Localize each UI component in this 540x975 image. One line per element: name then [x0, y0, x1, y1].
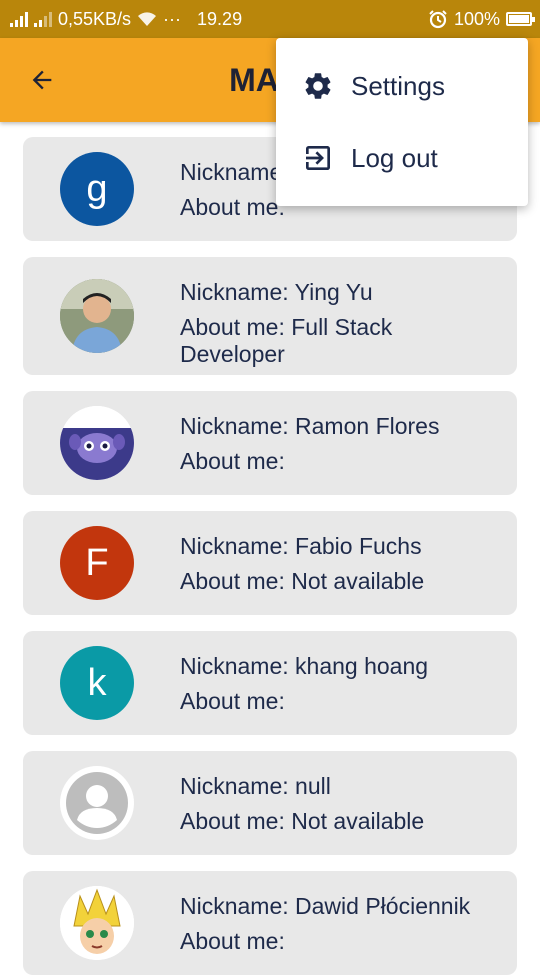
notification-dots: ···	[163, 8, 182, 29]
menu-item-logout[interactable]: Log out	[276, 128, 528, 188]
avatar: g	[60, 152, 134, 226]
menu-item-settings[interactable]: Settings	[276, 56, 528, 116]
default-person-icon	[66, 772, 128, 834]
avatar	[60, 406, 134, 480]
anime-avatar-icon	[60, 886, 134, 960]
user-card[interactable]: Nickname: Ramon Flores About me:	[23, 391, 517, 495]
user-card[interactable]: Nickname: Ying Yu About me: Full Stack D…	[23, 257, 517, 375]
avatar: F	[60, 526, 134, 600]
avatar	[60, 279, 134, 353]
user-nickname: Nickname: khang hoang	[180, 653, 429, 679]
gear-icon	[302, 70, 334, 102]
status-bar: 0,55KB/s ··· 19.29 100%	[0, 0, 540, 38]
user-about: About me:	[180, 688, 285, 714]
user-nickname: Nickname: Dawid Płóciennik	[180, 893, 471, 919]
user-nickname: Nickname: Ramon Flores	[180, 413, 440, 439]
menu-item-label: Log out	[351, 142, 438, 173]
wifi-icon	[138, 12, 157, 26]
user-about: About me: Not available	[180, 568, 425, 594]
signal-strength-icon	[10, 11, 28, 27]
avatar-letter: k	[87, 661, 107, 704]
avatar	[60, 766, 134, 840]
user-nickname: Nickname: Fabio Fuchs	[180, 533, 422, 559]
battery-percent: 100%	[453, 8, 500, 29]
user-card[interactable]: Nickname: null About me: Not available	[23, 751, 517, 855]
person-photo-icon	[60, 279, 134, 353]
user-about: About me: Full Stack Developer	[180, 314, 393, 367]
arrow-back-icon	[32, 70, 52, 90]
signal-strength-icon-2	[34, 11, 52, 27]
user-card[interactable]: k Nickname: khang hoang About me:	[23, 631, 517, 735]
user-nickname: Nickname: null	[180, 773, 331, 799]
user-card[interactable]: Nickname: Dawid Płóciennik About me:	[23, 871, 517, 975]
user-about: About me: Not available	[180, 808, 425, 834]
back-button[interactable]	[22, 60, 62, 100]
logout-icon	[302, 142, 334, 174]
menu-item-label: Settings	[351, 70, 445, 101]
user-about: About me:	[180, 448, 285, 474]
user-nickname: Nickname: Ying Yu	[180, 279, 373, 305]
clock-time: 19.29	[197, 8, 243, 29]
creature-avatar-icon	[60, 406, 134, 480]
user-card[interactable]: F Nickname: Fabio Fuchs About me: Not av…	[23, 511, 517, 615]
avatar-letter: g	[86, 167, 108, 210]
avatar: k	[60, 646, 134, 720]
network-speed: 0,55KB/s	[58, 8, 132, 29]
alarm-icon	[429, 10, 447, 29]
battery-icon	[506, 12, 535, 26]
user-about: About me:	[180, 928, 285, 954]
overflow-menu: Settings Log out	[276, 38, 528, 206]
avatar-letter: F	[85, 541, 109, 584]
avatar	[60, 886, 134, 960]
